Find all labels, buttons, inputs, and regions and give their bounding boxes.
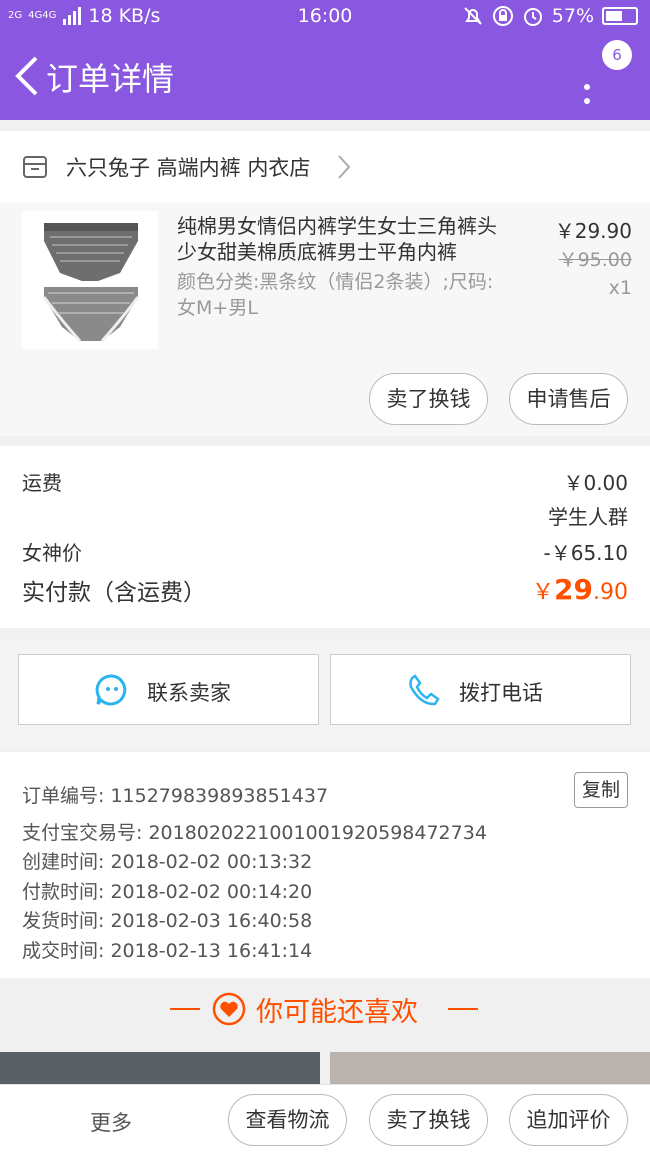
- more-button[interactable]: 更多: [90, 1107, 132, 1137]
- shipping-label: 运费: [22, 471, 62, 495]
- goddess-price-row: 女神价 -￥65.10: [22, 537, 628, 566]
- nav-bar: 订单详情 6: [0, 34, 650, 120]
- product-title[interactable]: 纯棉男女情侣内裤学生女士三角裤头少女甜美棉质底裤男士平角内裤: [177, 213, 512, 265]
- cost-summary: 运费 ￥0.00 学生人群 女神价 -￥65.10 实付款（含运费） ￥29.9…: [0, 446, 650, 628]
- product-price: ￥29.90: [554, 219, 632, 243]
- product-thumbnail[interactable]: [22, 211, 158, 349]
- bottom-action-bar: 更多 查看物流 卖了换钱 追加评价: [0, 1084, 650, 1155]
- order-info: 订单编号: 115279839893851437 复制 支付宝交易号: 2018…: [0, 752, 650, 978]
- status-right: 57%: [462, 5, 638, 27]
- paid-row: 实付款（含运费） ￥29.90: [22, 573, 628, 607]
- page-title: 订单详情: [46, 60, 175, 98]
- chevron-right-icon: [338, 155, 351, 179]
- paid-time: 付款时间: 2018-02-02 00:14:20: [22, 881, 313, 903]
- created-time: 创建时间: 2018-02-02 00:13:32: [22, 851, 313, 873]
- goddess-label: 女神价: [22, 541, 82, 565]
- divider-left: [170, 1008, 200, 1010]
- add-review-button[interactable]: 追加评价: [509, 1094, 628, 1146]
- call-phone-label: 拨打电话: [459, 681, 543, 705]
- heart-icon: [212, 992, 246, 1026]
- view-logistics-button[interactable]: 查看物流: [228, 1094, 347, 1146]
- shipping-row: 运费 ￥0.00: [22, 467, 628, 496]
- shop-row[interactable]: 六只兔子 高端内裤 内衣店: [0, 131, 650, 203]
- back-arrow-icon[interactable]: [12, 54, 42, 98]
- original-price: ￥95.00: [558, 249, 632, 271]
- contact-seller-label: 联系卖家: [147, 681, 231, 705]
- shipped-time: 发货时间: 2018-02-03 16:40:58: [22, 910, 313, 932]
- phone-icon: [409, 674, 440, 706]
- alarm-icon: [523, 8, 542, 26]
- group-label: 学生人群: [548, 505, 628, 529]
- message-badge[interactable]: 6: [602, 40, 632, 70]
- underwear-image: [42, 223, 140, 343]
- product-sku: 颜色分类:黑条纹（情侣2条装）;尺码:女M+男L: [177, 271, 494, 319]
- order-item[interactable]: 纯棉男女情侣内裤学生女士三角裤头少女甜美棉质底裤男士平角内裤 颜色分类:黑条纹（…: [0, 203, 650, 436]
- shop-name: 六只兔子 高端内裤 内衣店: [66, 156, 311, 180]
- lock-rotation-icon: [492, 6, 513, 26]
- sell-again-button[interactable]: 卖了换钱: [369, 1094, 488, 1146]
- contact-seller-button[interactable]: 联系卖家: [18, 654, 319, 725]
- store-icon: [23, 156, 47, 178]
- battery-percent: 57%: [551, 5, 594, 27]
- quantity: x1: [608, 277, 632, 299]
- shipping-value: ￥0.00: [563, 471, 628, 495]
- alipay-number: 支付宝交易号: 2018020221001001920598472734: [22, 822, 487, 844]
- paid-value: ￥29.90: [532, 573, 628, 606]
- contact-section: 联系卖家 拨打电话: [0, 640, 650, 748]
- recommend-header: 你可能还喜欢: [0, 978, 650, 1044]
- paid-label: 实付款（含运费）: [22, 580, 206, 606]
- copy-button[interactable]: 复制: [574, 772, 628, 808]
- goddess-value: -￥65.10: [543, 541, 628, 565]
- more-dots-icon: [584, 84, 590, 112]
- battery-icon: [602, 7, 638, 25]
- recommend-title: 你可能还喜欢: [256, 997, 418, 1028]
- call-phone-button[interactable]: 拨打电话: [330, 654, 631, 725]
- divider-right: [448, 1008, 478, 1010]
- status-bar: 2G 4G4G 18 KB/s 16:00 57%: [0, 0, 650, 34]
- mute-bell-icon: [464, 7, 482, 25]
- chat-bubble-icon: [95, 674, 127, 706]
- sell-button[interactable]: 卖了换钱: [369, 373, 488, 425]
- order-number: 订单编号: 115279839893851437: [22, 785, 329, 807]
- after-sale-button[interactable]: 申请售后: [509, 373, 628, 425]
- completed-time: 成交时间: 2018-02-13 16:41:14: [22, 940, 313, 962]
